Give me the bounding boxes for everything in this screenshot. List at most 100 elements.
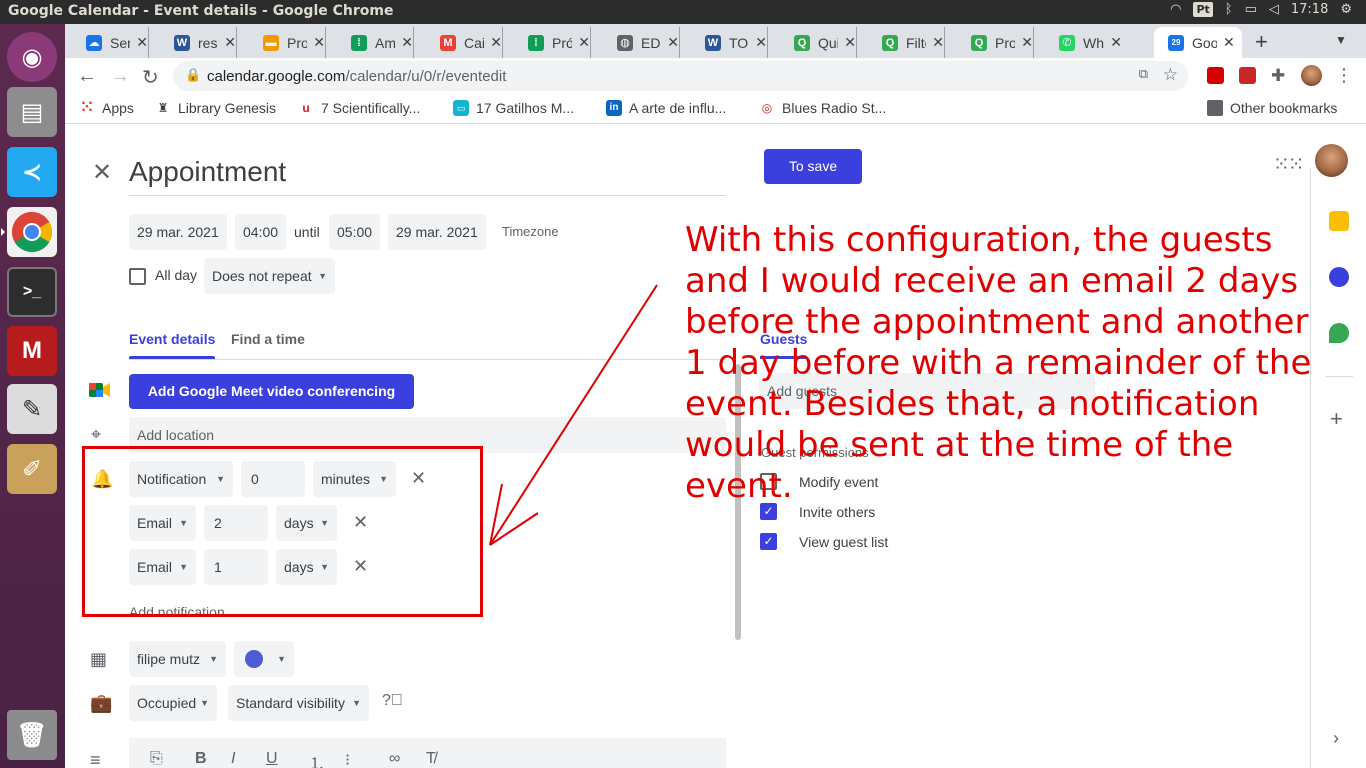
tab-favicon-icon: 29: [1168, 34, 1184, 51]
bookmark-item[interactable]: ▭ 17 Gatilhos M...: [453, 100, 574, 116]
browser-tab[interactable]: Wresu✕: [160, 27, 237, 58]
availability-dropdown[interactable]: Occupied ▼: [129, 685, 217, 721]
tab-close-icon[interactable]: ✕: [755, 34, 767, 51]
lock-icon[interactable]: 🔒: [185, 67, 201, 83]
chrome-logo-icon: [12, 212, 52, 252]
tab-close-icon[interactable]: ✕: [136, 34, 148, 51]
tab-close-icon[interactable]: ✕: [1021, 34, 1033, 51]
volume-icon[interactable]: ◁: [1269, 2, 1279, 17]
address-bar[interactable]: 🔒 calendar.google.com/calendar/u/0/r/eve…: [173, 61, 1188, 91]
extensions-puzzle-icon[interactable]: ✚: [1271, 66, 1285, 86]
chevron-right-icon[interactable]: ›: [1333, 728, 1339, 749]
bookmark-favicon-icon: ▭: [453, 100, 469, 116]
tab-close-icon[interactable]: ✕: [490, 34, 502, 51]
tab-favicon-icon: Q: [971, 34, 987, 51]
bookmark-item[interactable]: ⁙ Apps: [79, 100, 134, 117]
browser-tab[interactable]: ✆Wha✕: [1045, 27, 1122, 58]
tab-search-icon[interactable]: ▼: [1335, 33, 1347, 47]
bookmark-item[interactable]: u7 Scientifically...: [298, 100, 420, 116]
color-swatch: [245, 650, 263, 668]
tab-close-icon[interactable]: ✕: [313, 34, 325, 51]
visibility-dropdown[interactable]: Standard visibility ▼: [228, 685, 369, 721]
extension-icon[interactable]: [1207, 67, 1224, 84]
browser-tab[interactable]: QProj✕: [957, 27, 1034, 58]
translate-icon[interactable]: ⧉: [1139, 66, 1148, 82]
save-button[interactable]: To save: [764, 149, 862, 184]
attachment-icon[interactable]: ⎘: [150, 750, 163, 768]
reload-icon[interactable]: ↻: [142, 65, 159, 90]
tab-close-icon[interactable]: ✕: [667, 34, 679, 51]
keyboard-layout-indicator[interactable]: Pt: [1193, 2, 1213, 17]
mendeley-icon[interactable]: M: [7, 326, 57, 376]
back-icon[interactable]: ←: [77, 65, 97, 88]
ubuntu-dash-icon[interactable]: ◉: [7, 32, 57, 82]
chrome-tab-strip: ☁Sem✕ Wresu✕ ▬Pro✕ ⁞Aml✕ MCaix✕ ⁞Pró✕ ◍E…: [65, 24, 1366, 58]
new-tab-icon[interactable]: +: [1255, 29, 1268, 55]
wifi-icon[interactable]: ◠: [1170, 2, 1181, 17]
bookmarks-bar: ⁙ Apps ♜ Library Genesis u7 Scientifically…: [65, 94, 1366, 124]
browser-tab[interactable]: MCaix✕: [426, 27, 503, 58]
profile-avatar[interactable]: [1301, 65, 1322, 86]
help-icon[interactable]: ?⃝: [382, 692, 403, 710]
system-top-bar: Google Calendar - Event details - Google…: [0, 0, 1366, 24]
url-host: calendar.google.com: [207, 67, 346, 85]
bluetooth-icon[interactable]: ᛒ: [1225, 2, 1233, 17]
chrome-icon[interactable]: [1, 207, 57, 257]
link-icon[interactable]: ∞: [389, 750, 400, 768]
bookmark-folder-other[interactable]: Other bookmarks: [1207, 100, 1337, 116]
tab-close-icon[interactable]: ✕: [844, 34, 856, 51]
extension-icon[interactable]: [1239, 67, 1256, 84]
italic-icon[interactable]: I: [231, 750, 235, 768]
bulleted-list-icon[interactable]: ⁝: [345, 750, 350, 768]
event-color-dropdown[interactable]: ▼: [234, 641, 294, 677]
add-addon-icon[interactable]: +: [1330, 406, 1343, 432]
annotation-arrow: [489, 284, 658, 546]
tasks-icon[interactable]: [1329, 267, 1349, 287]
bookmark-item[interactable]: ♜ Library Genesis: [155, 100, 276, 116]
text-editor-icon[interactable]: ✎: [7, 384, 57, 434]
bookmark-star-icon[interactable]: ☆: [1163, 65, 1178, 85]
tab-close-icon[interactable]: ✕: [1223, 34, 1235, 51]
tab-close-icon[interactable]: ✕: [932, 34, 944, 51]
folder-icon: [1207, 100, 1223, 116]
underline-icon[interactable]: U: [266, 750, 278, 768]
bookmark-item[interactable]: ◎ Blues Radio St...: [759, 100, 887, 116]
google-apps-icon[interactable]: ⁙⁙: [1273, 152, 1304, 177]
tab-close-icon[interactable]: ✕: [1110, 34, 1122, 51]
browser-tab[interactable]: Q Qui ✕: [780, 27, 857, 58]
bookmark-item[interactable]: in A arte de influ...: [606, 100, 726, 116]
bookmark-favicon-icon: u: [302, 101, 310, 115]
chevron-down-icon: ▼: [352, 698, 361, 708]
battery-icon[interactable]: ▭: [1245, 2, 1257, 17]
tab-close-icon[interactable]: ✕: [578, 34, 590, 51]
chevron-down-icon: ▼: [200, 698, 209, 708]
browser-tab[interactable]: ⁞Aml✕: [337, 27, 414, 58]
browser-tab[interactable]: QFilte✕: [868, 27, 945, 58]
calendar-select-dropdown[interactable]: filipe mutz ▼: [129, 641, 226, 677]
browser-tab[interactable]: ☁Sem✕: [72, 27, 149, 58]
clock[interactable]: 17:18: [1291, 2, 1328, 17]
browser-tab[interactable]: ⁞ Pró ✕: [514, 27, 591, 58]
forward-icon[interactable]: →: [110, 65, 130, 88]
vscode-icon[interactable]: ≺: [7, 147, 57, 197]
power-icon[interactable]: ⚙: [1340, 2, 1352, 17]
briefcase-icon: 💼: [90, 693, 113, 713]
browser-tab[interactable]: ◍EDI✕: [603, 27, 680, 58]
url-path: /calendar/u/0/r/eventedit: [345, 67, 507, 85]
browser-tab[interactable]: ▬ Pro ✕: [249, 27, 326, 58]
keep-icon[interactable]: [1329, 211, 1349, 231]
terminal-icon[interactable]: >_: [7, 267, 57, 317]
browser-tab-active[interactable]: 29 Goo ✕: [1154, 27, 1242, 58]
files-icon[interactable]: ▤: [7, 87, 57, 137]
trash-icon[interactable]: 🗑: [7, 710, 57, 760]
chrome-menu-icon[interactable]: ⋮: [1335, 65, 1353, 86]
paint-icon[interactable]: ✐: [7, 444, 57, 494]
tab-close-icon[interactable]: ✕: [224, 34, 236, 51]
bold-icon[interactable]: B: [195, 750, 207, 768]
clear-format-icon[interactable]: T̸: [426, 750, 436, 768]
browser-tab[interactable]: WTOD✕: [691, 27, 768, 58]
numbered-list-icon[interactable]: ⒈: [309, 750, 325, 768]
system-tray: ◠ Pt ᛒ ▭ ◁ 17:18 ⚙: [1170, 2, 1352, 17]
maps-icon[interactable]: [1329, 323, 1349, 343]
tab-close-icon[interactable]: ✕: [401, 34, 413, 51]
